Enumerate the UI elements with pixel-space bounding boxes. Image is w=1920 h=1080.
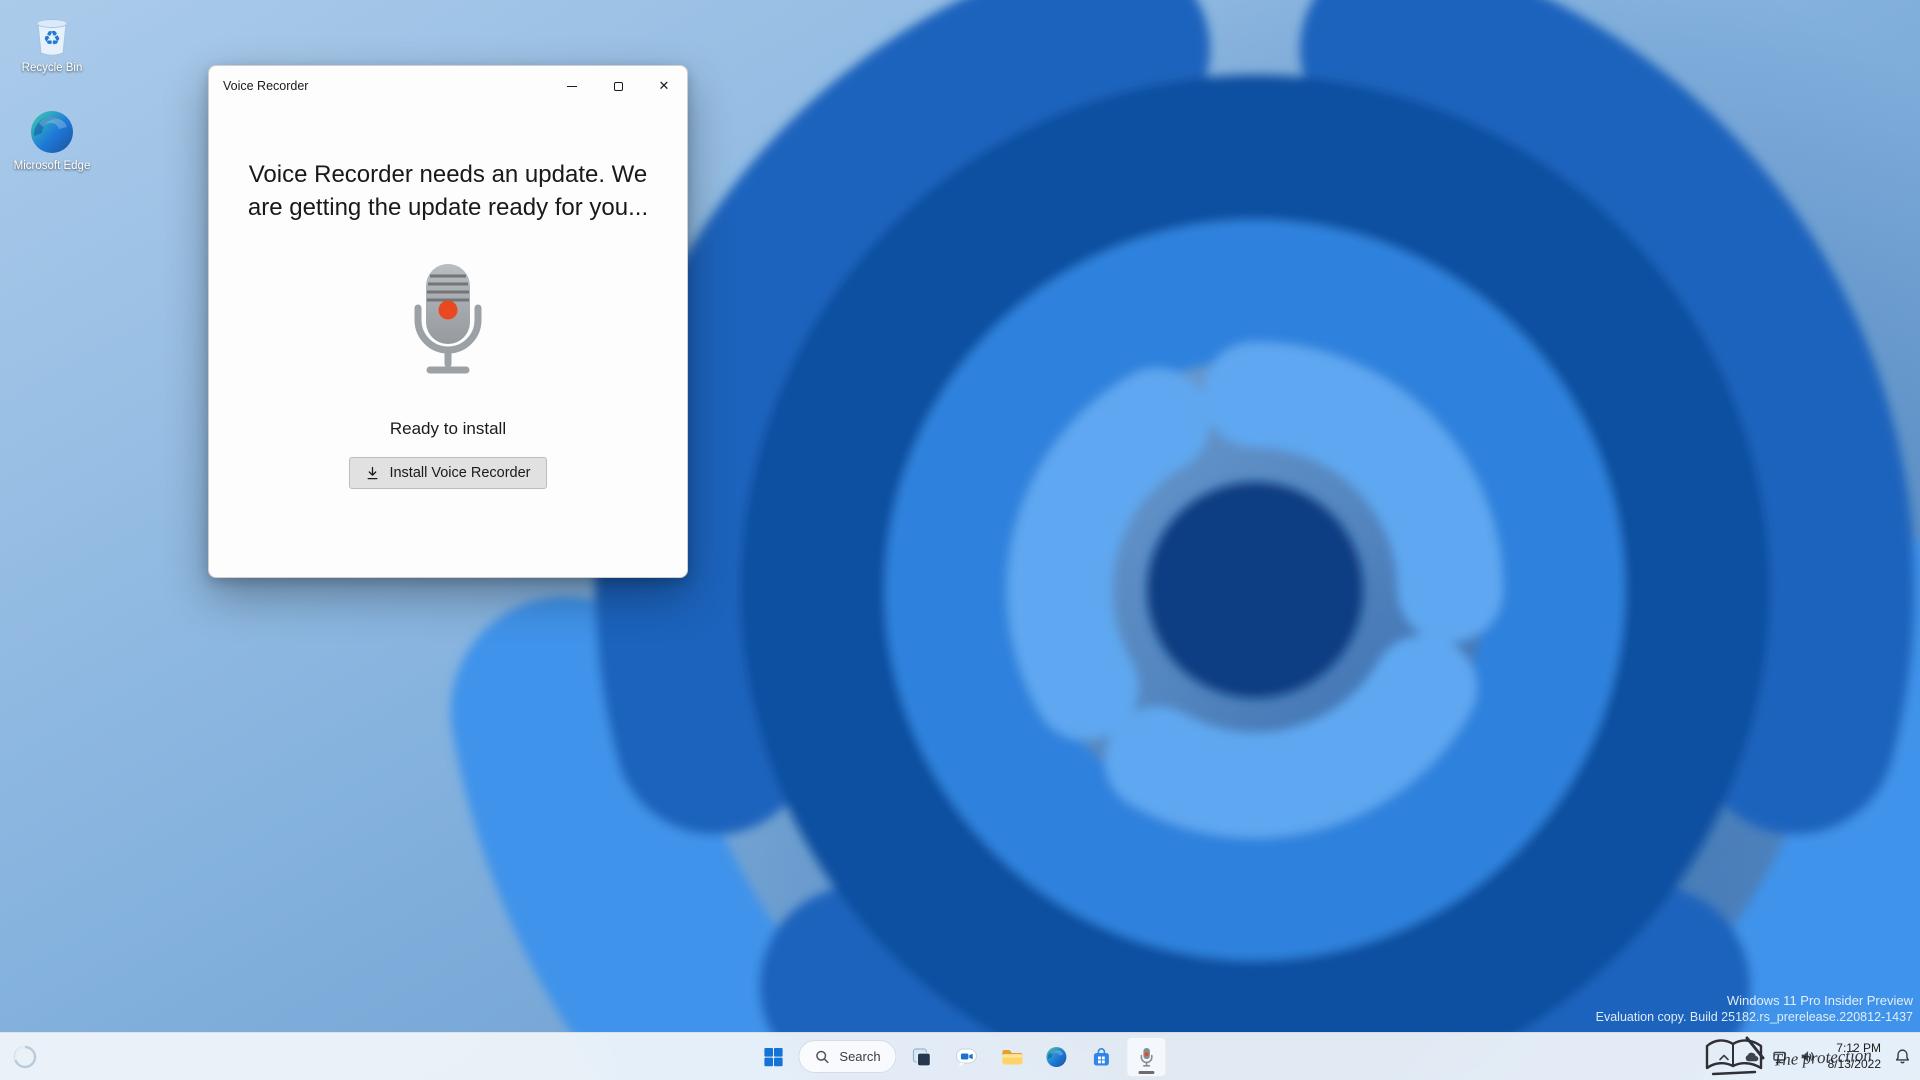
task-view-button[interactable] [902, 1037, 942, 1077]
voice-recorder-window: Voice Recorder ✕ Voice Recorder needs an… [208, 65, 688, 578]
window-caption-buttons: ✕ [549, 66, 687, 106]
corner-swirl-icon [12, 1044, 38, 1070]
search-icon [814, 1049, 830, 1065]
clock[interactable]: 7:12 PM 8/13/2022 [1821, 1037, 1888, 1077]
microphone-icon [388, 258, 508, 389]
onedrive-button[interactable] [1738, 1037, 1765, 1077]
tray-time: 7:12 PM [1828, 1041, 1881, 1057]
close-icon: ✕ [659, 78, 670, 94]
cloud-icon [1743, 1049, 1760, 1064]
watermark-line2: Evaluation copy. Build 25182.rs_prerelea… [1596, 1009, 1913, 1026]
insider-watermark: Windows 11 Pro Insider Preview Evaluatio… [1596, 992, 1913, 1026]
window-title: Voice Recorder [209, 79, 308, 93]
notification-center-button[interactable] [1889, 1037, 1916, 1077]
file-explorer-button[interactable] [992, 1037, 1032, 1077]
taskbar-corner [12, 1033, 38, 1080]
network-button[interactable] [1766, 1037, 1793, 1077]
volume-button[interactable] [1794, 1037, 1820, 1077]
running-indicator [1139, 1071, 1155, 1074]
recycle-bin-icon: ♻ [28, 10, 76, 58]
store-icon [1090, 1045, 1114, 1069]
update-message-line1: Voice Recorder needs an update. We [248, 158, 648, 191]
desktop-icon-label: Recycle Bin [22, 61, 83, 75]
window-titlebar[interactable]: Voice Recorder ✕ [209, 66, 687, 106]
desktop-icon-recycle-bin[interactable]: ♻ Recycle Bin [8, 10, 96, 75]
download-icon [365, 466, 380, 481]
task-view-icon [910, 1045, 934, 1069]
windows-start-icon [761, 1045, 785, 1069]
svg-text:♻: ♻ [43, 26, 61, 50]
voice-recorder-icon [1135, 1045, 1159, 1069]
edge-taskbar-button[interactable] [1037, 1037, 1077, 1077]
chat-icon [955, 1045, 979, 1069]
network-icon [1771, 1049, 1788, 1065]
chat-button[interactable] [947, 1037, 987, 1077]
edge-icon [28, 108, 76, 156]
minimize-button[interactable] [549, 66, 595, 106]
minimize-icon [567, 86, 577, 87]
microsoft-store-button[interactable] [1082, 1037, 1122, 1077]
chevron-up-icon [1716, 1050, 1732, 1064]
update-message-line2: are getting the update ready for you... [248, 191, 648, 224]
speaker-icon [1799, 1049, 1815, 1064]
desktop: ♻ Recycle Bin Microsoft Edge [0, 0, 1920, 1080]
install-voice-recorder-button[interactable]: Install Voice Recorder [349, 457, 546, 489]
desktop-icon-label: Microsoft Edge [14, 159, 91, 173]
taskbar: Search [0, 1032, 1920, 1080]
hidden-icons-button[interactable] [1711, 1037, 1737, 1077]
taskbar-center-group: Search [753, 1033, 1166, 1080]
voice-recorder-taskbar-button[interactable] [1127, 1037, 1167, 1077]
close-button[interactable]: ✕ [641, 66, 687, 106]
window-content: Voice Recorder needs an update. We are g… [209, 106, 687, 489]
watermark-line1: Windows 11 Pro Insider Preview [1596, 992, 1913, 1010]
install-button-label: Install Voice Recorder [389, 465, 530, 481]
maximize-button[interactable] [595, 66, 641, 106]
update-message: Voice Recorder needs an update. We are g… [248, 158, 648, 224]
tray-date: 8/13/2022 [1828, 1057, 1881, 1073]
search-box[interactable]: Search [798, 1040, 896, 1073]
desktop-icon-microsoft-edge[interactable]: Microsoft Edge [8, 108, 96, 173]
edge-icon [1045, 1045, 1069, 1069]
status-text: Ready to install [390, 419, 506, 439]
search-label: Search [839, 1049, 880, 1064]
bell-icon [1894, 1048, 1911, 1065]
file-explorer-icon [1000, 1045, 1024, 1069]
start-button[interactable] [753, 1037, 793, 1077]
system-tray: 7:12 PM 8/13/2022 [1711, 1033, 1916, 1080]
maximize-icon [614, 82, 623, 91]
